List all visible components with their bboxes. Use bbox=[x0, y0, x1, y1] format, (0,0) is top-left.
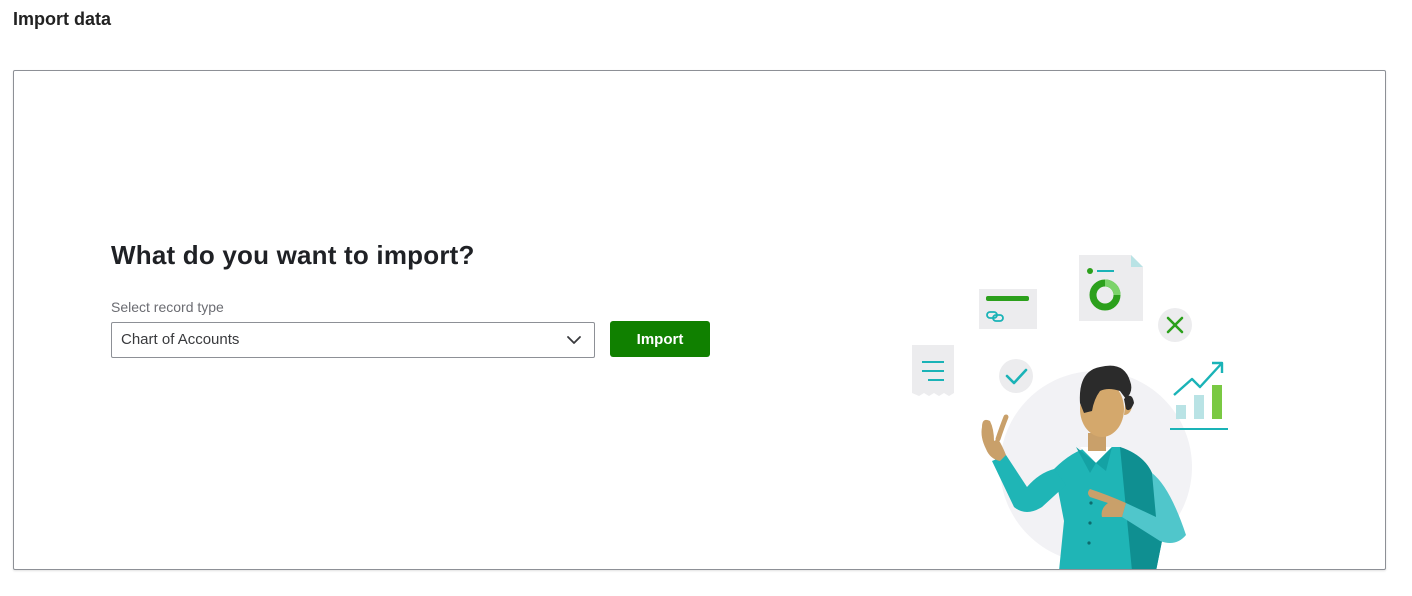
page-title: Import data bbox=[13, 9, 112, 29]
import-card: What do you want to import? Select recor… bbox=[13, 70, 1386, 570]
chevron-down-icon bbox=[567, 336, 581, 344]
record-type-selected-value: Chart of Accounts bbox=[121, 331, 240, 348]
link-card-icon bbox=[979, 289, 1037, 329]
close-icon bbox=[1158, 308, 1192, 342]
checkmark-icon bbox=[999, 359, 1033, 393]
record-type-select[interactable]: Chart of Accounts bbox=[111, 322, 595, 358]
receipt-icon bbox=[912, 345, 954, 396]
report-document-icon bbox=[1079, 255, 1143, 321]
import-button[interactable]: Import bbox=[610, 321, 710, 357]
record-type-label: Select record type bbox=[111, 299, 224, 315]
import-heading: What do you want to import? bbox=[111, 240, 475, 270]
import-illustration bbox=[912, 255, 1228, 569]
